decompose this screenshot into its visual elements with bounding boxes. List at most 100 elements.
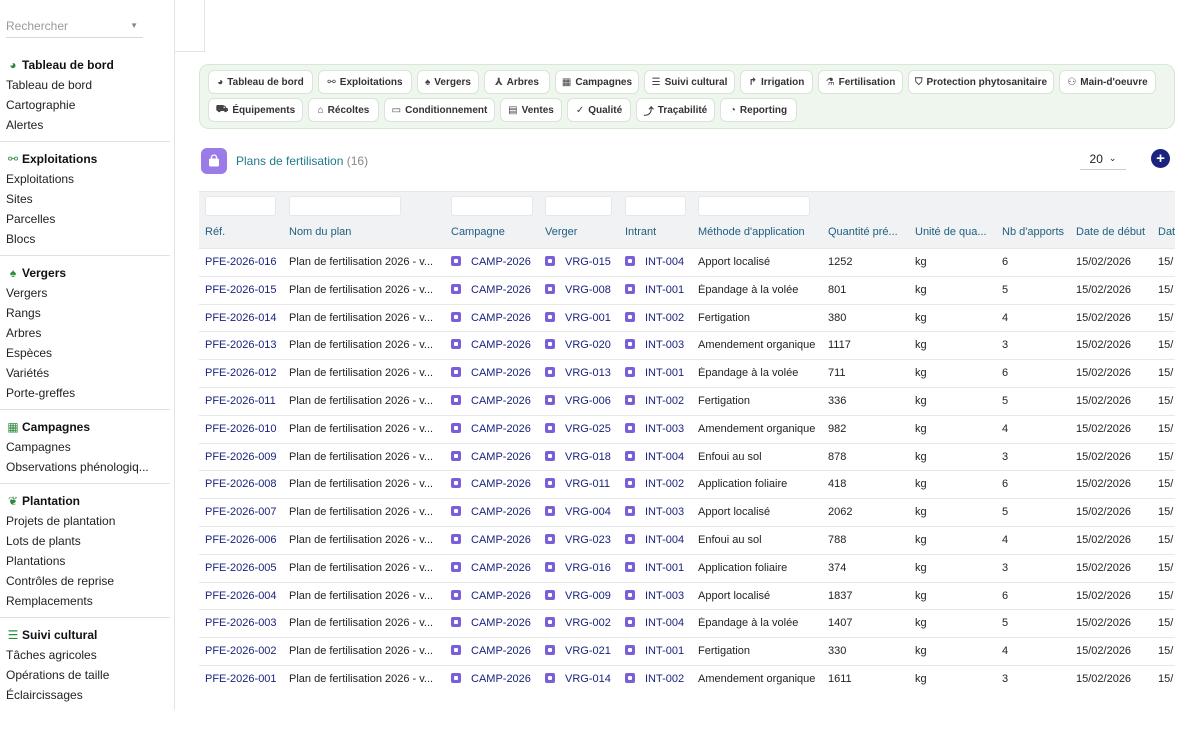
orchard-link[interactable]: VRG-025 [545,422,621,435]
input-link[interactable]: INT-004 [625,450,694,463]
campaign-link[interactable]: CAMP-2026 [451,422,541,435]
row-ref-link[interactable]: PFE-2026-013 [205,339,285,351]
module-tab[interactable]: ⤴ Traçabilité [636,98,715,122]
sidebar-item[interactable]: Vergers [0,283,170,303]
module-tab[interactable]: ◔ Reporting [720,98,797,122]
module-tab[interactable]: ⚇ Main-d'oeuvre [1059,70,1156,94]
table-row[interactable]: PFE-2026-012 Plan de fertilisation 2026 -… [199,359,1175,387]
chevron-down-icon[interactable]: ▼ [130,21,138,30]
row-ref-link[interactable]: PFE-2026-015 [205,284,285,296]
campaign-link[interactable]: CAMP-2026 [451,367,541,379]
table-row[interactable]: PFE-2026-005 Plan de fertilisation 2026 -… [199,553,1175,582]
orchard-link[interactable]: VRG-011 [545,478,621,490]
sidebar-item[interactable]: Plantations [0,551,170,571]
sidebar-item[interactable]: Rangs [0,303,170,323]
sidebar-item[interactable]: Remplacements [0,591,170,611]
input-link[interactable]: INT-003 [625,422,694,435]
row-ref-link[interactable]: PFE-2026-002 [205,645,285,657]
sidebar-item[interactable]: Lots de plants [0,531,170,551]
table-row[interactable]: PFE-2026-001 Plan de fertilisation 2026 -… [199,665,1175,693]
column-header[interactable]: Intrant [625,226,694,238]
sidebar-item[interactable]: Arbres [0,323,170,343]
module-tab[interactable]: ⚯ Exploitations [318,70,412,94]
column-filter-input[interactable] [451,196,533,216]
row-ref-link[interactable]: PFE-2026-008 [205,478,285,490]
orchard-link[interactable]: VRG-020 [545,339,621,351]
row-ref-link[interactable]: PFE-2026-012 [205,367,285,379]
sidebar-item[interactable]: Opérations de taille [0,665,170,685]
search-box[interactable]: ▼ [6,16,143,38]
table-row[interactable]: PFE-2026-009 Plan de fertilisation 2026 -… [199,442,1175,471]
sidebar-item[interactable]: Campagnes [0,437,170,457]
orchard-link[interactable]: VRG-009 [545,589,621,602]
sidebar-item[interactable]: Parcelles [0,209,170,229]
orchard-link[interactable]: VRG-002 [545,617,621,629]
module-tab[interactable]: ▦ Campagnes [555,70,639,94]
input-link[interactable]: INT-001 [625,645,694,657]
input-link[interactable]: INT-001 [625,367,694,379]
row-ref-link[interactable]: PFE-2026-009 [205,451,285,463]
sidebar-item[interactable]: Espèces [0,343,170,363]
row-ref-link[interactable]: PFE-2026-004 [205,590,285,602]
module-tab[interactable]: ⚗ Fertilisation [818,70,903,94]
row-ref-link[interactable]: PFE-2026-005 [205,562,285,574]
column-header[interactable]: Réf. [205,226,285,238]
input-link[interactable]: INT-003 [625,339,694,351]
input-link[interactable]: INT-004 [625,534,694,546]
sidebar-item[interactable]: Cartographie [0,95,170,115]
row-ref-link[interactable]: PFE-2026-010 [205,423,285,435]
module-tab[interactable]: ▭ Conditionnement [384,98,495,122]
table-row[interactable]: PFE-2026-003 Plan de fertilisation 2026 -… [199,609,1175,637]
sidebar-item[interactable]: Sites [0,189,170,209]
sidebar-section-title[interactable]: ♠ Vergers [0,263,170,283]
sidebar-item[interactable]: Alertes [0,115,170,135]
search-input[interactable] [6,16,124,36]
table-row[interactable]: PFE-2026-011 Plan de fertilisation 2026 -… [199,387,1175,415]
row-ref-link[interactable]: PFE-2026-006 [205,534,285,546]
sidebar-item[interactable]: Variétés [0,363,170,383]
orchard-link[interactable]: VRG-016 [545,561,621,574]
input-link[interactable]: INT-001 [625,283,694,296]
module-tab[interactable]: ♠ Vergers [417,70,479,94]
sidebar-item[interactable]: Éclaircissages [0,685,170,705]
table-row[interactable]: PFE-2026-008 Plan de fertilisation 2026 -… [199,470,1175,498]
campaign-link[interactable]: CAMP-2026 [451,534,541,546]
orchard-link[interactable]: VRG-015 [545,256,621,268]
module-tab[interactable]: ☰ Suivi cultural [644,70,735,94]
table-row[interactable]: PFE-2026-004 Plan de fertilisation 2026 -… [199,581,1175,610]
orchard-link[interactable]: VRG-014 [545,673,621,685]
table-row[interactable]: PFE-2026-007 Plan de fertilisation 2026 -… [199,498,1175,526]
input-link[interactable]: INT-002 [625,395,694,407]
campaign-link[interactable]: CAMP-2026 [451,561,541,574]
module-tab[interactable]: ⛟ Équipements [208,98,303,122]
column-header[interactable]: Dat [1158,226,1175,238]
column-header[interactable]: Date de début [1076,226,1156,238]
input-link[interactable]: INT-002 [625,311,694,324]
column-filter-input[interactable] [625,196,686,216]
campaign-link[interactable]: CAMP-2026 [451,256,541,268]
campaign-link[interactable]: CAMP-2026 [451,450,541,463]
table-row[interactable]: PFE-2026-010 Plan de fertilisation 2026 -… [199,414,1175,443]
module-tab[interactable]: ⛉ Protection phytosanitaire [908,70,1054,94]
campaign-link[interactable]: CAMP-2026 [451,673,541,685]
sidebar-item[interactable]: Tableau de bord [0,75,170,95]
add-button[interactable]: + [1151,149,1170,168]
module-tab[interactable]: ⅄ Arbres [484,70,550,94]
column-filter-input[interactable] [205,196,276,216]
sidebar-item[interactable]: Contrôles de reprise [0,571,170,591]
campaign-link[interactable]: CAMP-2026 [451,478,541,490]
orchard-link[interactable]: VRG-001 [545,311,621,324]
input-link[interactable]: INT-004 [625,256,694,268]
column-filter-input[interactable] [289,196,401,216]
table-row[interactable]: PFE-2026-002 Plan de fertilisation 2026 -… [199,637,1175,665]
page-size-select[interactable]: 20 ⌄ [1080,148,1126,170]
campaign-link[interactable]: CAMP-2026 [451,283,541,296]
module-tab[interactable]: ◕ Tableau de bord [208,70,313,94]
campaign-link[interactable]: CAMP-2026 [451,617,541,629]
sidebar-section-title[interactable]: ◕ Tableau de bord [0,55,170,75]
sidebar-item[interactable]: Observations phénologiq... [0,457,170,477]
row-ref-link[interactable]: PFE-2026-007 [205,506,285,518]
sidebar-item[interactable]: Porte-greffes [0,383,170,403]
input-link[interactable]: INT-002 [625,478,694,490]
campaign-link[interactable]: CAMP-2026 [451,311,541,324]
